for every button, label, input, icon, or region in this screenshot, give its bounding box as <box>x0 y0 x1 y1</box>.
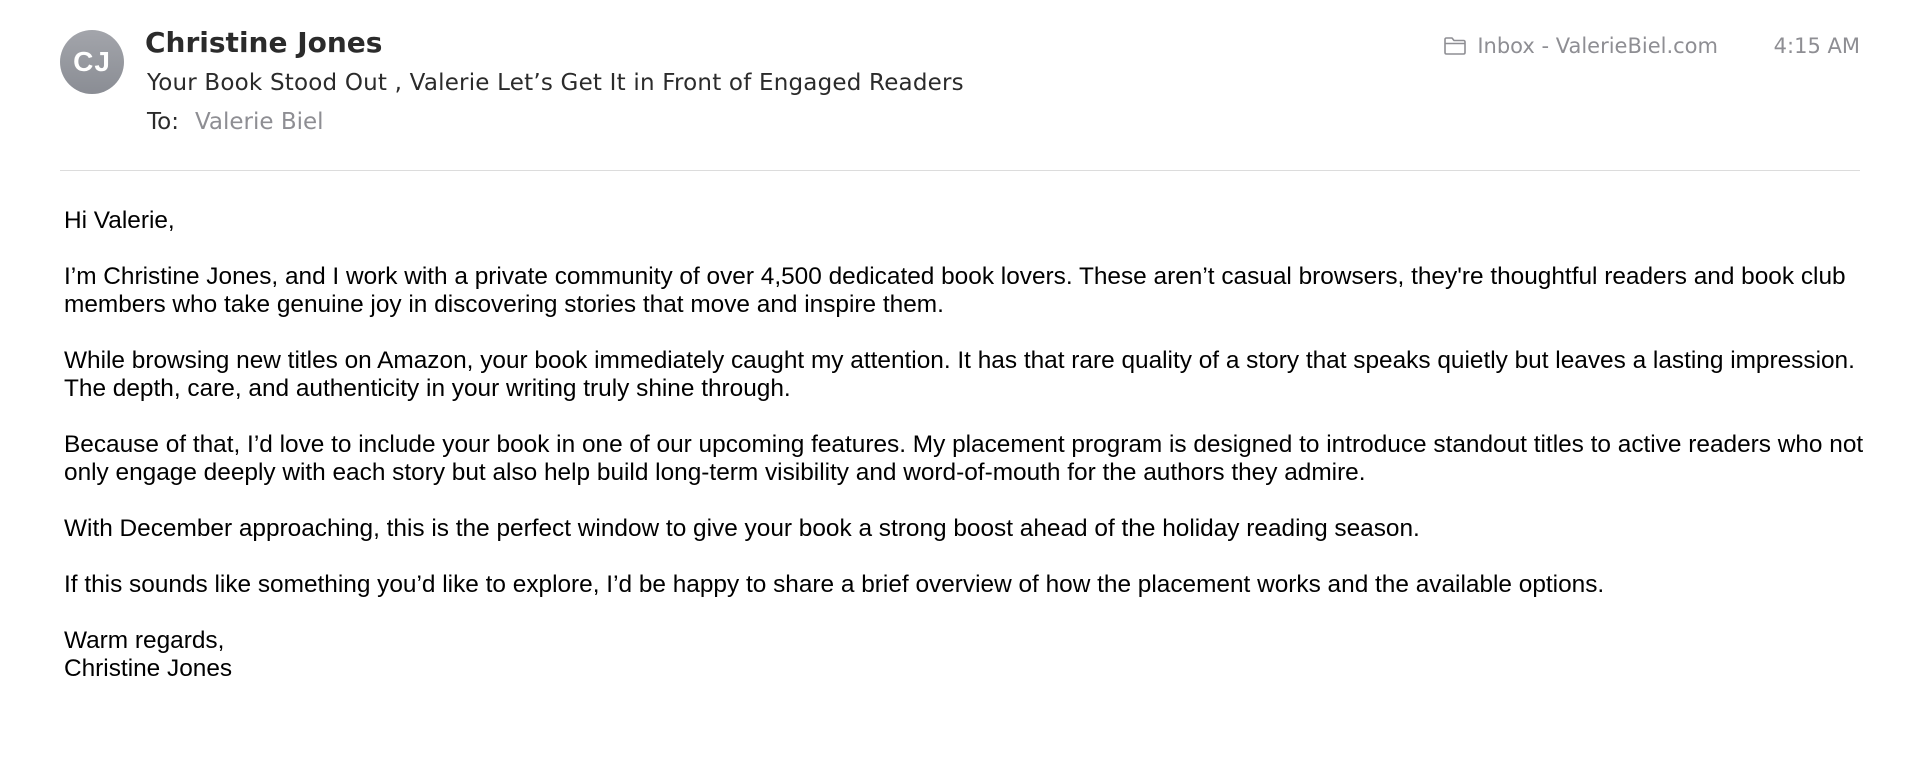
folder-icon <box>1443 36 1467 56</box>
recipient-name[interactable]: Valerie Biel <box>195 109 324 135</box>
body-paragraph: While browsing new titles on Amazon, you… <box>64 347 1855 402</box>
mailbox-location[interactable]: Inbox - ValerieBiel.com <box>1443 34 1718 58</box>
recipient-row: To: Valerie Biel <box>147 109 324 135</box>
sender-avatar[interactable]: CJ <box>60 30 124 94</box>
body-paragraph: Because of that, I’d love to include you… <box>64 431 1864 486</box>
body-paragraph: If this sounds like something you’d like… <box>64 571 1605 598</box>
to-label: To: <box>147 109 179 135</box>
body-paragraph: With December approaching, this is the p… <box>64 515 1420 542</box>
body-paragraph: I’m Christine Jones, and I work with a p… <box>64 263 1846 318</box>
message-header: CJ Christine Jones Your Book Stood Out ,… <box>0 0 1910 172</box>
message-body: Hi Valerie, I’m Christine Jones, and I w… <box>64 207 1864 683</box>
mailbox-label: Inbox - ValerieBiel.com <box>1477 34 1718 58</box>
avatar-initials: CJ <box>73 46 111 77</box>
sender-name[interactable]: Christine Jones <box>145 26 382 59</box>
message-subject: Your Book Stood Out , Valerie Let’s Get … <box>147 70 964 96</box>
closing: Warm regards, <box>64 627 225 654</box>
header-divider <box>60 170 1860 171</box>
greeting: Hi Valerie, <box>64 207 175 234</box>
message-time: 4:15 AM <box>1773 34 1860 58</box>
signature: Christine Jones <box>64 655 233 682</box>
